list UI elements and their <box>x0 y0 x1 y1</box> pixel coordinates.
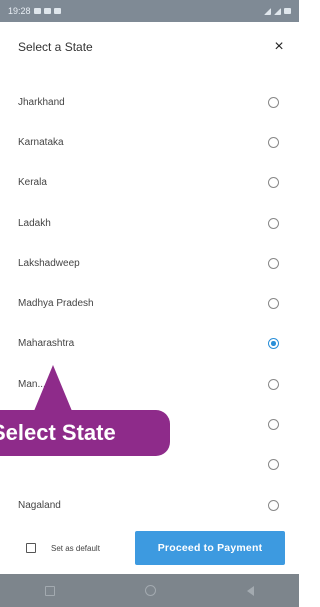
state-option[interactable]: Maharashtra <box>0 324 299 364</box>
state-option[interactable]: Nagaland <box>0 485 299 525</box>
radio-unselected[interactable] <box>268 136 279 148</box>
set-default-label: Set as default <box>51 543 100 553</box>
status-left: 19:28 <box>8 6 61 16</box>
message-icon <box>53 8 61 14</box>
state-option[interactable]: Jharkhand <box>0 82 299 122</box>
state-option-label: Maharashtra <box>18 338 75 350</box>
grid-icon <box>43 8 51 14</box>
state-option[interactable]: Lakshadweep <box>0 243 299 283</box>
radio-unselected[interactable] <box>268 298 279 310</box>
status-right <box>264 7 291 15</box>
radio-unselected[interactable] <box>268 499 279 511</box>
callout-text: Select State <box>0 420 116 445</box>
wifi-icon <box>264 7 271 15</box>
state-option-label: Ladakh <box>18 217 51 229</box>
state-option-label: Nagaland <box>18 499 61 511</box>
modal-header: Select a State × <box>0 22 299 72</box>
modal-title: Select a State <box>18 40 93 54</box>
gallery-icon <box>33 8 41 14</box>
signal-icon <box>274 7 281 15</box>
radio-selected[interactable] <box>268 338 279 350</box>
footer: Set as default Proceed to Payment <box>0 522 299 574</box>
proceed-to-payment-button[interactable]: Proceed to Payment <box>135 531 285 565</box>
state-option[interactable]: Ladakh <box>0 203 299 243</box>
set-default-checkbox[interactable] <box>26 543 36 553</box>
state-option[interactable]: Madhya Pradesh <box>0 283 299 323</box>
radio-unselected[interactable] <box>268 217 279 229</box>
callout-pointer <box>34 365 72 411</box>
radio-unselected[interactable] <box>268 96 279 108</box>
state-option-label: Karnataka <box>18 136 64 148</box>
select-state-callout: Select State <box>0 410 170 456</box>
recent-apps-icon[interactable] <box>45 585 56 596</box>
status-time: 19:28 <box>8 6 31 16</box>
back-icon[interactable] <box>246 585 254 596</box>
state-list: Jharkhand Karnataka Kerala Ladakh Lakshadwee… <box>0 82 299 525</box>
state-option[interactable]: Karnataka <box>0 122 299 162</box>
state-option[interactable]: Kerala <box>0 163 299 203</box>
radio-unselected[interactable] <box>268 459 279 471</box>
state-option-label: Jharkhand <box>18 96 65 108</box>
battery-icon <box>284 8 291 14</box>
radio-unselected[interactable] <box>268 419 279 431</box>
home-icon[interactable] <box>145 585 157 596</box>
state-option-label: Madhya Pradesh <box>18 298 94 310</box>
state-option-label: Lakshadweep <box>18 257 80 269</box>
close-icon[interactable]: × <box>269 38 289 56</box>
radio-unselected[interactable] <box>268 177 279 189</box>
state-option-label: Kerala <box>18 177 47 189</box>
status-bar: 19:28 <box>0 0 299 22</box>
radio-unselected[interactable] <box>268 257 279 269</box>
radio-unselected[interactable] <box>268 378 279 390</box>
system-nav-bar <box>0 574 299 607</box>
